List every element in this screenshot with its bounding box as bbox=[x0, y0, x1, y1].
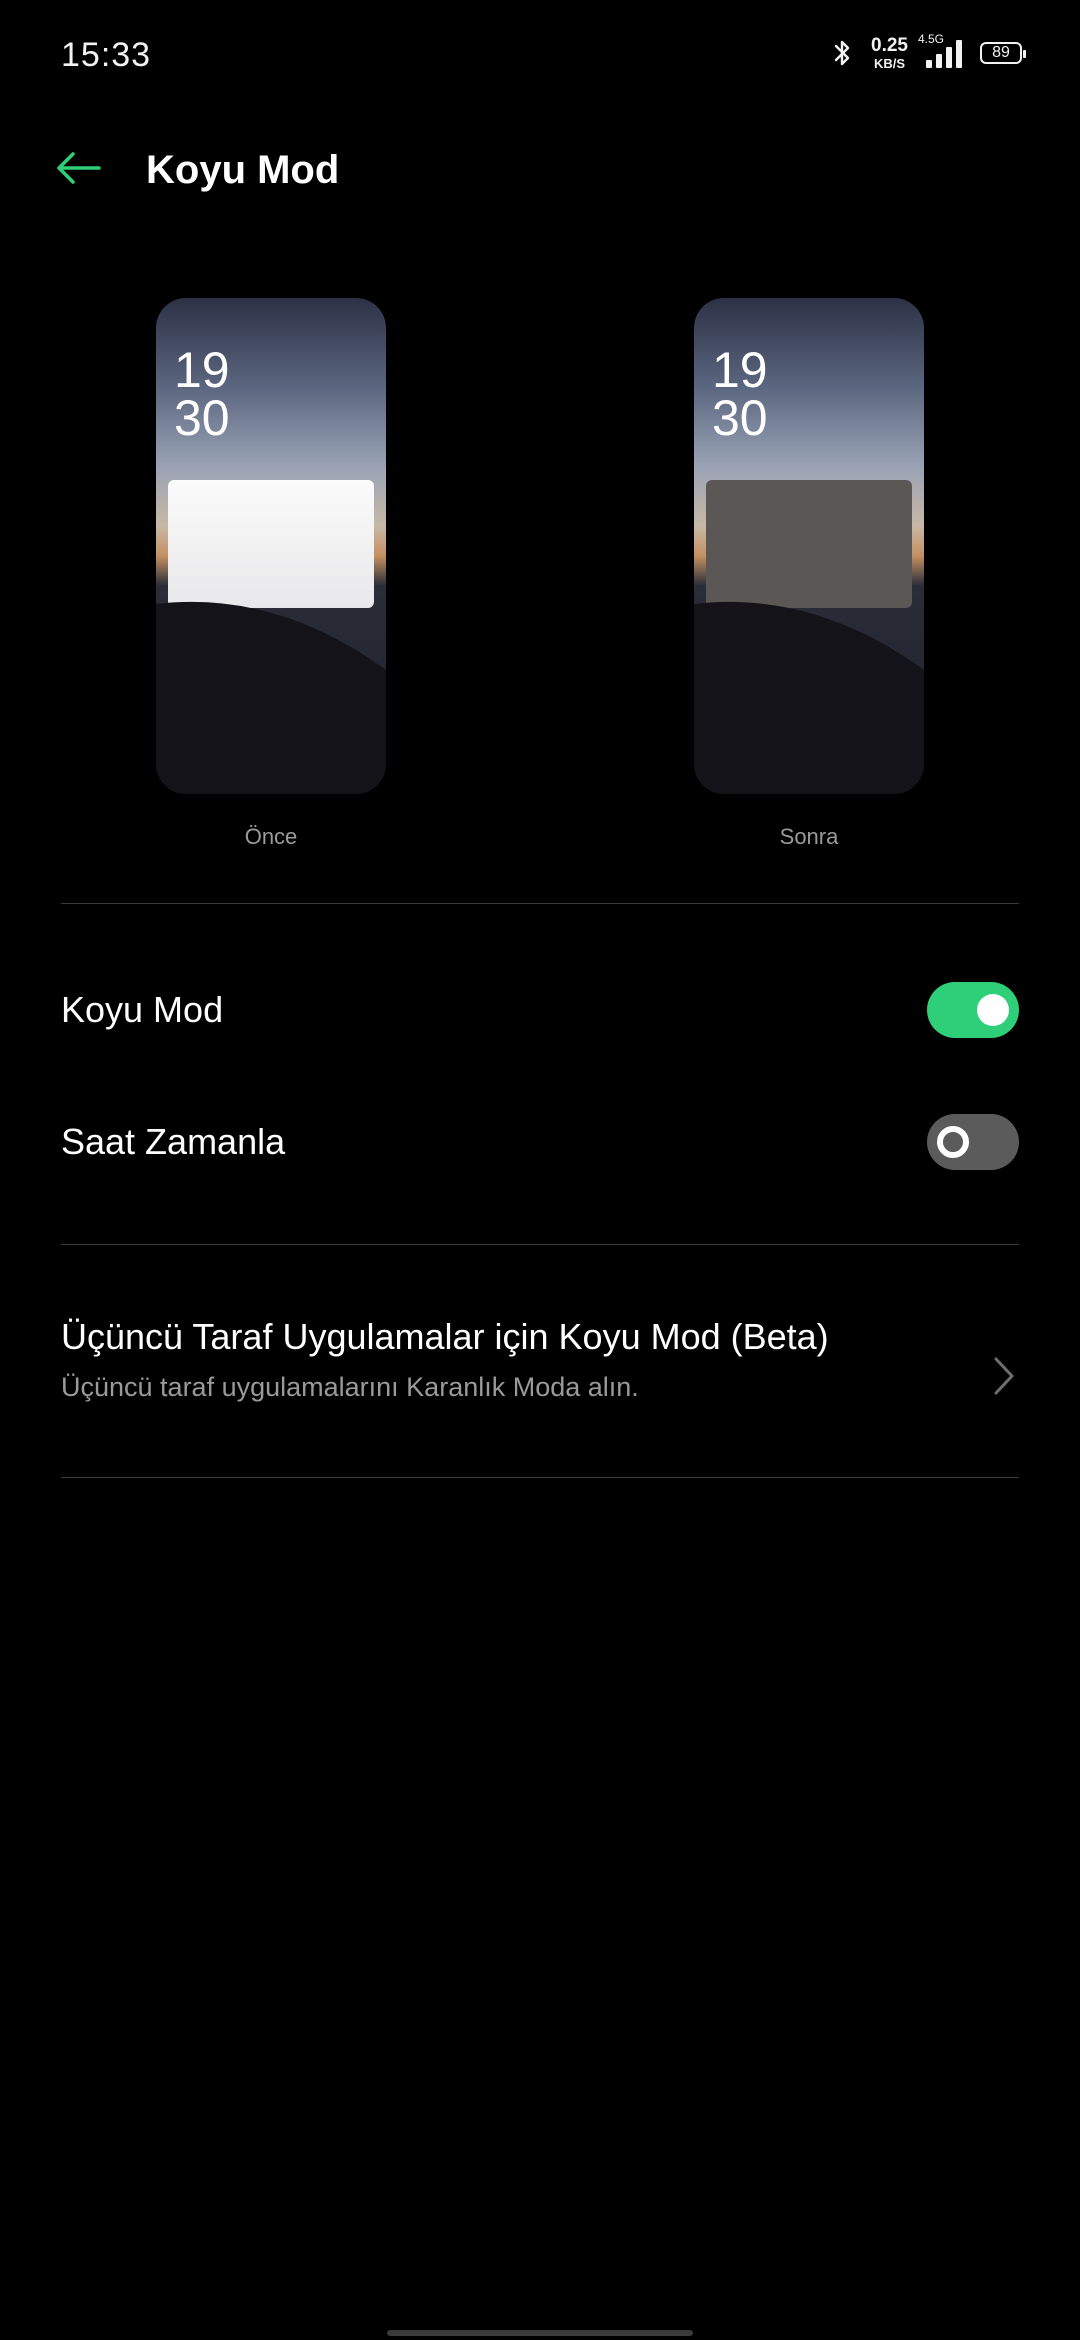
schedule-label: Saat Zamanla bbox=[61, 1121, 286, 1162]
screen: 15:33 0.25 KB/S 4.5G 89 Koyu Mod 19 30 Ö… bbox=[0, 0, 1080, 2340]
battery-icon: 89 bbox=[980, 42, 1026, 64]
preview-after-clock-minute: 30 bbox=[712, 390, 768, 446]
preview-after: 19 30 Sonra bbox=[694, 298, 924, 850]
third-party-dark-mode-row[interactable]: Üçüncü Taraf Uygulamalar için Koyu Mod (… bbox=[61, 1316, 1019, 1426]
chevron-right-icon bbox=[993, 1356, 1015, 1401]
preview-before-clock-hour: 19 bbox=[174, 342, 230, 398]
schedule-toggle[interactable] bbox=[927, 1114, 1019, 1170]
preview-after-card bbox=[706, 480, 912, 608]
status-icons: 0.25 KB/S 4.5G 89 bbox=[833, 32, 1026, 70]
schedule-row[interactable]: Saat Zamanla bbox=[61, 1114, 1019, 1170]
status-bar: 15:33 0.25 KB/S 4.5G 89 bbox=[0, 0, 1080, 112]
preview-before-image: 19 30 bbox=[156, 298, 386, 794]
network-speed-unit: KB/S bbox=[873, 56, 906, 71]
toggle-knob bbox=[937, 1126, 969, 1158]
preview-after-caption: Sonra bbox=[779, 824, 839, 849]
bluetooth-icon bbox=[833, 38, 853, 68]
preview-before: 19 30 Önce bbox=[156, 298, 386, 850]
third-party-title: Üçüncü Taraf Uygulamalar için Koyu Mod (… bbox=[61, 1316, 829, 1357]
signal-label: 4.5G bbox=[918, 32, 945, 46]
signal-icon: 4.5G bbox=[918, 32, 962, 68]
home-indicator[interactable] bbox=[387, 2330, 693, 2336]
status-time: 15:33 bbox=[61, 36, 152, 74]
network-speed: 0.25 KB/S bbox=[871, 36, 908, 70]
divider bbox=[61, 1244, 1019, 1245]
preview-before-clock-minute: 30 bbox=[174, 390, 230, 446]
dark-mode-row[interactable]: Koyu Mod bbox=[61, 982, 1019, 1038]
hill-shape bbox=[156, 601, 386, 794]
network-speed-value: 0.25 bbox=[871, 35, 908, 56]
page-title: Koyu Mod bbox=[146, 148, 340, 192]
hill-shape bbox=[694, 601, 924, 794]
divider bbox=[61, 1477, 1019, 1478]
arrow-left-icon bbox=[55, 151, 101, 190]
preview-after-clock-hour: 19 bbox=[712, 342, 768, 398]
preview-before-card bbox=[168, 480, 374, 608]
preview-after-image: 19 30 bbox=[694, 298, 924, 794]
app-header: Koyu Mod bbox=[0, 130, 1080, 210]
preview-after-clock: 19 30 bbox=[712, 342, 768, 446]
battery-level: 89 bbox=[992, 44, 1010, 61]
divider bbox=[61, 903, 1019, 904]
dark-mode-toggle[interactable] bbox=[927, 982, 1019, 1038]
preview-before-clock: 19 30 bbox=[174, 342, 230, 446]
toggle-knob bbox=[977, 994, 1009, 1026]
third-party-subtitle: Üçüncü taraf uygulamalarını Karanlık Mod… bbox=[61, 1372, 639, 1402]
back-button[interactable] bbox=[52, 144, 104, 196]
dark-mode-label: Koyu Mod bbox=[61, 989, 224, 1030]
preview-before-caption: Önce bbox=[244, 824, 298, 849]
